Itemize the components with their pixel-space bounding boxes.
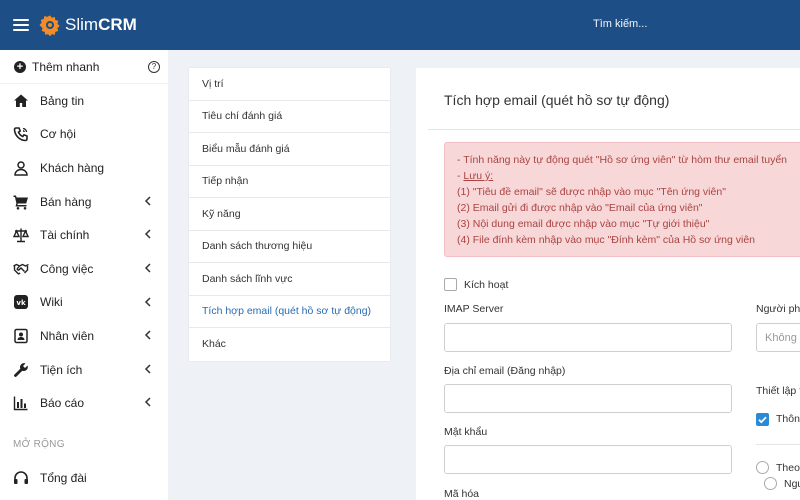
sidebar: + Thêm nhanh ? Bảng tin Cơ hội Khách hàn…	[0, 50, 168, 500]
sidebar-item-utilities[interactable]: Tiện ích	[0, 353, 168, 387]
headset-icon	[12, 469, 30, 487]
alert-line: - Tính năng này tự động quét "Hồ sơ ứng …	[457, 154, 788, 166]
imap-server-input[interactable]	[444, 323, 732, 352]
chevron-left-icon	[144, 196, 151, 206]
chevron-left-icon	[144, 263, 151, 273]
note-link: Lưu ý:	[463, 170, 494, 182]
app-name: SlimCRM	[65, 15, 137, 34]
check-icon	[758, 416, 767, 424]
sidebar-item-label: Báo cáo	[40, 396, 85, 411]
encryption-label: Mã hóa	[444, 488, 480, 500]
quick-add-label: Thêm nhanh	[32, 59, 100, 74]
sidebar-item-label: Tiện ích	[40, 362, 83, 377]
settings-menu-item[interactable]: Vị trí	[189, 68, 390, 101]
handler-label: Người phụ	[756, 303, 800, 315]
assign-radio-2[interactable]	[764, 477, 777, 490]
user-icon	[12, 159, 30, 177]
imap-label: IMAP Server	[444, 303, 504, 315]
activate-label: Kích hoạt	[464, 278, 509, 291]
sidebar-item-label: Cơ hội	[40, 127, 76, 142]
activate-row: Kích hoạt	[444, 278, 508, 291]
top-header: SlimCRM Tìm kiếm...	[0, 0, 800, 50]
alert-line: (2) Email gửi đi được nhập vào "Email củ…	[457, 202, 703, 214]
sidebar-item-opportunities[interactable]: Cơ hội	[0, 118, 168, 152]
assign-radio-2-label: Ngư	[784, 478, 800, 490]
handler-select[interactable]: Không	[756, 323, 800, 352]
sidebar-item-label: Tổng đài	[40, 470, 87, 485]
alert-line: - Lưu ý:	[457, 170, 494, 182]
sidebar-item-employees[interactable]: Nhân viên	[0, 319, 168, 353]
handshake-icon	[12, 260, 30, 278]
email-label: Địa chỉ email (Đăng nhập)	[444, 365, 566, 377]
sidebar-item-dashboard[interactable]: Bảng tin	[0, 84, 168, 118]
settings-menu-item[interactable]: Tiêu chí đánh giá	[189, 101, 390, 133]
sidebar-item-finance[interactable]: Tài chính	[0, 218, 168, 252]
password-input[interactable]	[444, 445, 732, 474]
title-divider	[428, 129, 800, 130]
scale-icon	[12, 226, 30, 244]
alert-line: (4) File đính kèm nhập vào mục "Đính kèm…	[457, 234, 755, 246]
sidebar-item-label: Bảng tin	[40, 93, 85, 108]
sidebar-section-label: MỞ RỘNG	[13, 438, 65, 450]
sidebar-item-wiki[interactable]: vk Wiki	[0, 286, 168, 320]
id-card-icon	[12, 327, 30, 345]
search-input[interactable]: Tìm kiếm...	[593, 18, 647, 30]
page-title: Tích hợp email (quét hồ sơ tự động)	[444, 92, 670, 108]
cart-icon	[12, 193, 30, 211]
help-icon[interactable]: ?	[148, 61, 160, 73]
chevron-left-icon	[144, 297, 151, 307]
notify-label: Thông	[776, 413, 800, 425]
alert-line: (1) "Tiêu đề email" sẽ được nhập vào mục…	[457, 186, 726, 198]
gear-logo-icon	[39, 15, 60, 36]
password-label: Mật khẩu	[444, 426, 488, 438]
wrench-icon	[12, 361, 30, 379]
alert-line: (3) Nội dung email được nhập vào mục "Tự…	[457, 218, 710, 230]
email-integration-panel: Tích hợp email (quét hồ sơ tự động) - Tí…	[416, 68, 800, 500]
chevron-left-icon	[144, 229, 151, 239]
sidebar-item-label: Tài chính	[40, 228, 90, 243]
settings-menu-item[interactable]: Kỹ năng	[189, 198, 390, 231]
app-logo[interactable]: SlimCRM	[39, 14, 137, 36]
activate-checkbox[interactable]	[444, 278, 457, 291]
assign-radio-1-label: Theo	[776, 462, 800, 474]
settings-menu-item[interactable]: Danh sách thương hiệu	[189, 231, 390, 263]
notify-checkbox[interactable]	[756, 413, 769, 426]
plus-circle-icon: +	[14, 60, 26, 73]
bar-chart-icon	[12, 394, 30, 412]
svg-text:vk: vk	[16, 299, 26, 307]
settings-menu-item[interactable]: Tiếp nhận	[189, 166, 390, 198]
sidebar-item-call-center[interactable]: Tổng đài	[0, 461, 168, 495]
sidebar-item-label: Khách hàng	[40, 160, 105, 175]
home-icon	[12, 92, 30, 110]
sidebar-item-sales[interactable]: Bán hàng	[0, 185, 168, 219]
sidebar-item-label: Wiki	[40, 295, 63, 310]
chevron-left-icon	[144, 397, 151, 407]
chevron-left-icon	[144, 330, 151, 340]
right-divider	[756, 444, 800, 445]
sidebar-item-reports[interactable]: Báo cáo	[0, 386, 168, 420]
info-alert: - Tính năng này tự động quét "Hồ sơ ứng …	[444, 142, 800, 257]
assign-radio-1[interactable]	[756, 461, 769, 474]
settings-label: Thiết lập t	[756, 385, 800, 397]
sidebar-item-label: Nhân viên	[40, 328, 95, 343]
settings-menu-item[interactable]: Biểu mẫu đánh giá	[189, 133, 390, 166]
settings-menu-item[interactable]: Khác	[189, 328, 390, 361]
settings-menu-item[interactable]: Danh sách lĩnh vực	[189, 263, 390, 296]
vk-icon: vk	[12, 293, 30, 311]
sidebar-item-customers[interactable]: Khách hàng	[0, 151, 168, 185]
sidebar-item-label: Bán hàng	[40, 194, 92, 209]
quick-add-button[interactable]: + Thêm nhanh ?	[0, 50, 168, 84]
phone-icon	[12, 125, 30, 143]
settings-menu: Vị trí Tiêu chí đánh giá Biểu mẫu đánh g…	[189, 68, 390, 361]
menu-icon[interactable]	[13, 19, 29, 31]
sidebar-item-tasks[interactable]: Công việc	[0, 252, 168, 286]
sidebar-item-label: Công việc	[40, 261, 94, 276]
settings-menu-item-active[interactable]: Tích hợp email (quét hồ sơ tự động)	[189, 296, 390, 328]
email-login-input[interactable]	[444, 384, 732, 413]
chevron-left-icon	[144, 364, 151, 374]
